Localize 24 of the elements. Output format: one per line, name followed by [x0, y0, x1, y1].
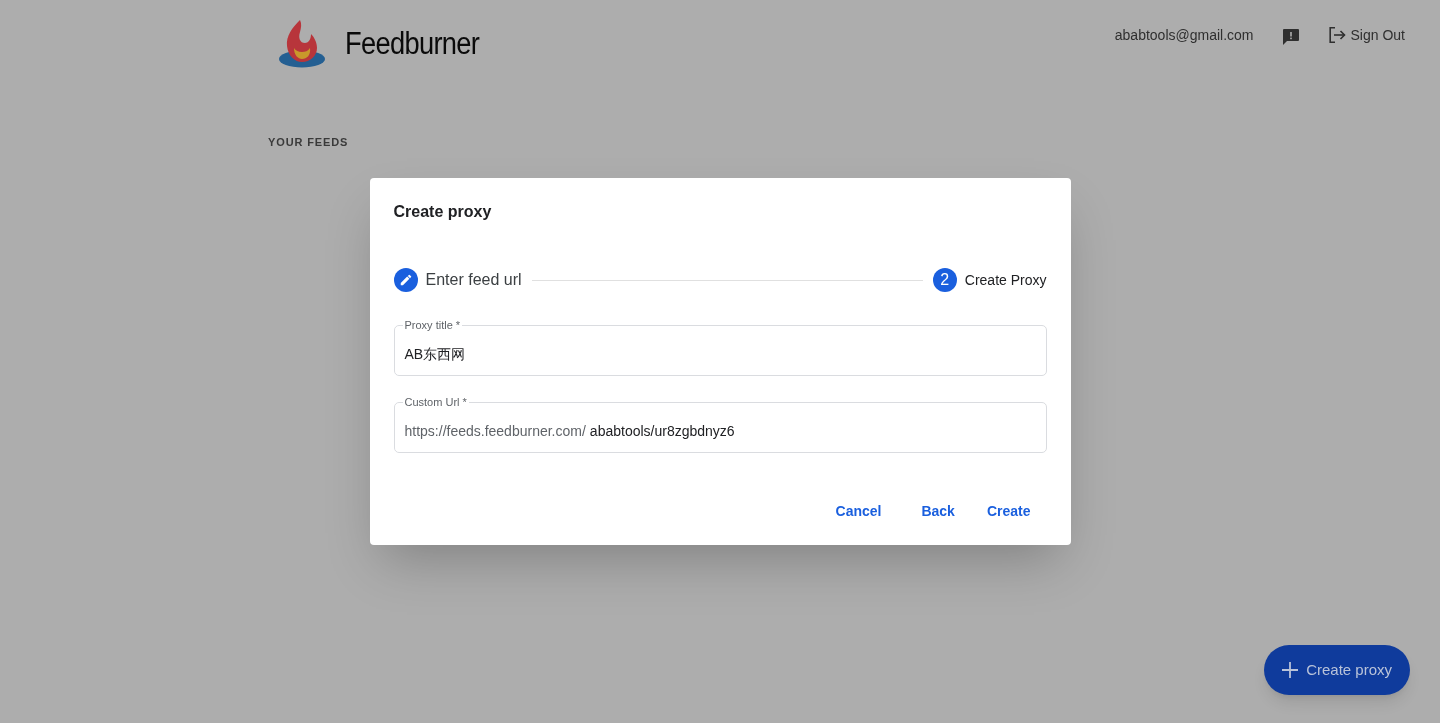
- step-number: 2: [932, 268, 957, 292]
- dialog-title: Create proxy: [393, 202, 493, 222]
- account-email: ababtools@gmail.com: [1114, 26, 1254, 44]
- url-prefix: https://feeds.feedburner.com/: [404, 422, 586, 441]
- pencil-icon: [393, 268, 418, 292]
- input-field[interactable]: Proxy title * AB东西网: [393, 319, 1047, 376]
- sign-out-button[interactable]: Sign Out: [1327, 26, 1405, 44]
- create-proxy-fab[interactable]: Create proxy: [1264, 645, 1410, 695]
- section-title: YOUR FEEDS: [268, 136, 349, 148]
- field-label: Custom Url *: [403, 396, 468, 409]
- dialog-button[interactable]: Back: [905, 493, 971, 529]
- plus-icon: [1282, 662, 1299, 678]
- feedback-icon[interactable]: [1281, 28, 1300, 46]
- input-field[interactable]: Custom Url * https://feeds.feedburner.com/ ababtools/ur8zgbdnyz6: [393, 396, 1047, 453]
- flame-logo-icon: [278, 18, 326, 68]
- step-label[interactable]: Enter feed url: [425, 270, 522, 290]
- field-label: Proxy title *: [403, 319, 462, 332]
- field-value: AB东西网: [404, 345, 466, 364]
- field-value: ababtools/ur8zgbdnyz6: [589, 422, 735, 441]
- step-label[interactable]: Create Proxy: [964, 270, 1047, 290]
- brand-name: Feedburner: [345, 27, 480, 59]
- dialog-button[interactable]: Cancel: [819, 493, 898, 529]
- dialog-button[interactable]: Create: [970, 493, 1047, 529]
- sign-out-icon: [1327, 26, 1346, 44]
